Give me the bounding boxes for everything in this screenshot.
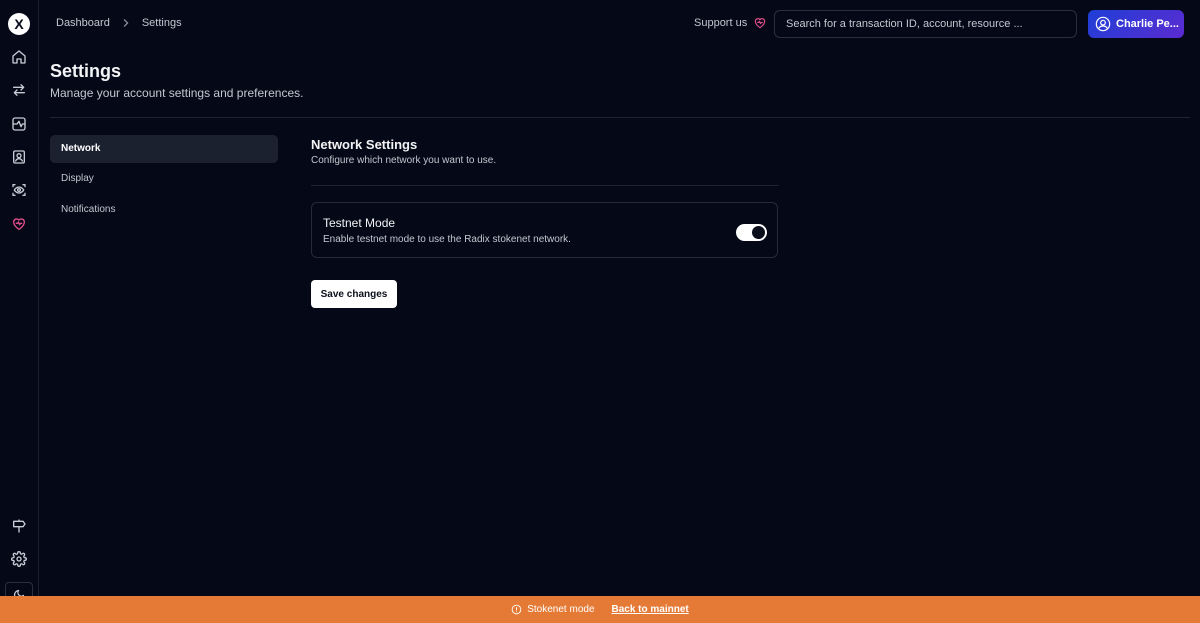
testnet-mode-description: Enable testnet mode to use the Radix sto… xyxy=(323,234,571,245)
page-subtitle: Manage your account settings and prefere… xyxy=(50,86,304,100)
settings-nav-display[interactable]: Display xyxy=(50,165,278,193)
breadcrumb: Dashboard Settings xyxy=(56,17,182,29)
settings-nav-network[interactable]: Network xyxy=(50,135,278,163)
heart-icon xyxy=(754,18,766,29)
breadcrumb-settings[interactable]: Settings xyxy=(142,17,182,29)
save-changes-button[interactable]: Save changes xyxy=(311,280,397,308)
chevron-right-icon xyxy=(122,19,130,27)
home-icon[interactable] xyxy=(9,47,29,67)
app-logo[interactable]: X xyxy=(8,13,30,35)
settings-nav-notifications[interactable]: Notifications xyxy=(50,196,278,224)
user-menu-button[interactable]: Charlie Pe... xyxy=(1088,10,1184,38)
heart-icon[interactable] xyxy=(9,214,29,234)
testnet-mode-toggle[interactable] xyxy=(736,224,767,241)
page-title: Settings xyxy=(50,61,122,81)
info-circle-icon xyxy=(511,604,522,615)
search-input[interactable] xyxy=(774,10,1077,38)
support-us-link[interactable]: Support us xyxy=(694,16,767,30)
stokenet-mode-label: Stokenet mode xyxy=(527,604,595,615)
user-avatar-icon xyxy=(1095,16,1111,32)
section-divider xyxy=(311,185,779,186)
contacts-icon[interactable] xyxy=(9,147,29,167)
eye-icon[interactable] xyxy=(9,180,29,200)
back-to-mainnet-link[interactable]: Back to mainnet xyxy=(612,604,689,615)
user-name: Charlie Pe... xyxy=(1116,18,1179,30)
section-subtitle: Configure which network you want to use. xyxy=(311,155,497,166)
sidebar-rail: X xyxy=(0,0,39,601)
transfer-icon[interactable] xyxy=(9,80,29,100)
testnet-mode-title: Testnet Mode xyxy=(323,216,396,230)
signpost-icon[interactable] xyxy=(9,516,29,536)
stokenet-banner: Stokenet mode Back to mainnet xyxy=(0,596,1200,623)
support-us-label: Support us xyxy=(694,17,748,29)
section-title: Network Settings xyxy=(311,137,418,152)
testnet-mode-card: Testnet Mode Enable testnet mode to use … xyxy=(311,202,778,258)
divider xyxy=(50,117,1190,118)
gear-icon[interactable] xyxy=(9,549,29,569)
toggle-knob xyxy=(752,226,765,239)
breadcrumb-dashboard[interactable]: Dashboard xyxy=(56,17,110,29)
network-icon[interactable] xyxy=(9,114,29,134)
